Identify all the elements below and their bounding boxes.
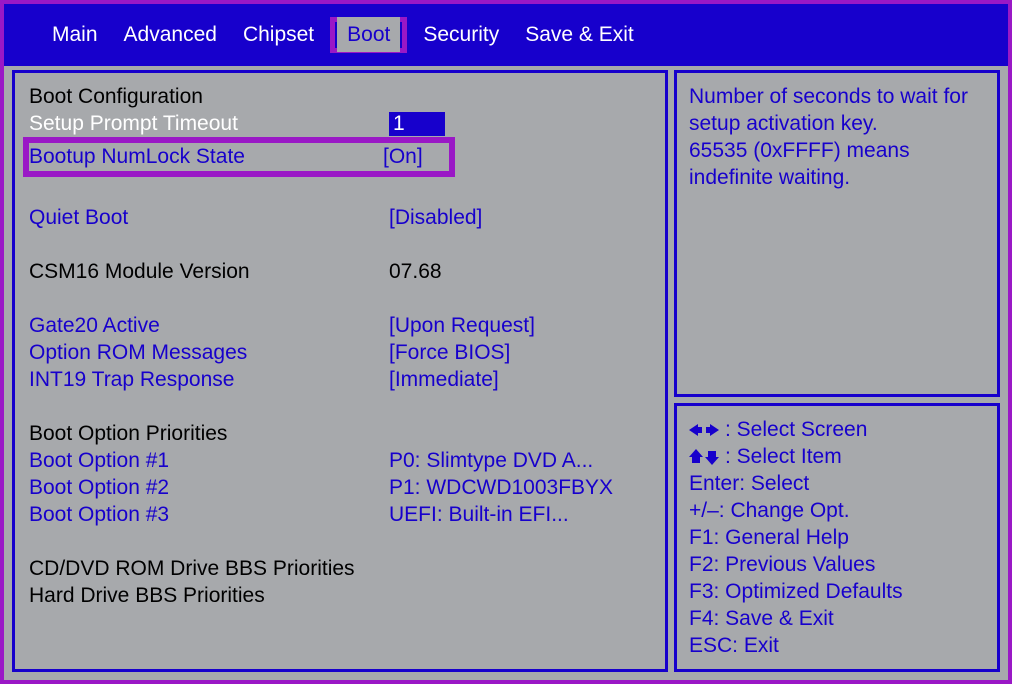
numlock-value[interactable]: [On] <box>383 145 423 169</box>
legend-select-screen-text: : Select Screen <box>725 418 867 442</box>
legend-select-screen: : Select Screen <box>689 416 985 443</box>
gate20-label: Gate20 Active <box>29 314 389 338</box>
help-pane: Number of seconds to wait for setup acti… <box>674 70 1000 397</box>
row-oprom[interactable]: Option ROM Messages [Force BIOS] <box>29 339 647 366</box>
int19-value[interactable]: [Immediate] <box>389 368 499 392</box>
row-bootup-numlock-state[interactable]: Bootup NumLock State [On] <box>23 137 455 177</box>
numlock-label: Bootup NumLock State <box>29 145 383 169</box>
tab-chipset[interactable]: Chipset <box>233 17 324 53</box>
boot-option-2-value[interactable]: P1: WDCWD1003FBYX <box>389 476 613 500</box>
tab-saveexit[interactable]: Save & Exit <box>515 17 644 53</box>
quiet-boot-value[interactable]: [Disabled] <box>389 206 482 230</box>
row-csm-version: CSM16 Module Version 07.68 <box>29 258 647 285</box>
legend-pane: : Select Screen : Select Item Enter: Sel… <box>674 403 1000 672</box>
tab-boot[interactable]: Boot <box>337 17 400 52</box>
oprom-value[interactable]: [Force BIOS] <box>389 341 510 365</box>
legend-enter: Enter: Select <box>689 470 985 497</box>
help-line-2: setup activation key. <box>689 110 985 137</box>
boot-option-1-label: Boot Option #1 <box>29 449 389 473</box>
hd-bbs-label: Hard Drive BBS Priorities <box>29 584 265 608</box>
oprom-label: Option ROM Messages <box>29 341 389 365</box>
work-area: Boot Configuration Setup Prompt Timeout … <box>4 66 1008 680</box>
legend-f4: F4: Save & Exit <box>689 605 985 632</box>
setup-prompt-timeout-label: Setup Prompt Timeout <box>29 112 389 136</box>
setup-prompt-timeout-value[interactable]: 1 <box>389 112 445 136</box>
quiet-boot-label: Quiet Boot <box>29 206 389 230</box>
section-boot-config: Boot Configuration <box>29 83 647 110</box>
csm-value: 07.68 <box>389 260 442 284</box>
tab-security[interactable]: Security <box>413 17 509 53</box>
section-boot-config-label: Boot Configuration <box>29 85 203 109</box>
row-hd-bbs[interactable]: Hard Drive BBS Priorities <box>29 582 647 609</box>
row-boot-option-3[interactable]: Boot Option #3 UEFI: Built-in EFI... <box>29 501 647 528</box>
help-line-4: indefinite waiting. <box>689 164 985 191</box>
legend-f3: F3: Optimized Defaults <box>689 578 985 605</box>
tab-main[interactable]: Main <box>42 17 108 53</box>
cd-bbs-label: CD/DVD ROM Drive BBS Priorities <box>29 557 355 581</box>
help-line-1: Number of seconds to wait for <box>689 83 985 110</box>
int19-label: INT19 Trap Response <box>29 368 389 392</box>
right-column: Number of seconds to wait for setup acti… <box>674 70 1000 672</box>
boot-option-1-value[interactable]: P0: Slimtype DVD A... <box>389 449 593 473</box>
section-boot-priorities-label: Boot Option Priorities <box>29 422 227 446</box>
row-int19[interactable]: INT19 Trap Response [Immediate] <box>29 366 647 393</box>
legend-f2: F2: Previous Values <box>689 551 985 578</box>
boot-option-3-label: Boot Option #3 <box>29 503 389 527</box>
boot-option-2-label: Boot Option #2 <box>29 476 389 500</box>
row-boot-option-1[interactable]: Boot Option #1 P0: Slimtype DVD A... <box>29 447 647 474</box>
arrow-right-left-icon <box>689 423 719 437</box>
help-line-3: 65535 (0xFFFF) means <box>689 137 985 164</box>
legend-f1: F1: General Help <box>689 524 985 551</box>
gate20-value[interactable]: [Upon Request] <box>389 314 535 338</box>
tab-boot-highlight: Boot <box>330 17 407 53</box>
row-gate20[interactable]: Gate20 Active [Upon Request] <box>29 312 647 339</box>
row-quiet-boot[interactable]: Quiet Boot [Disabled] <box>29 204 647 231</box>
legend-change: +/–: Change Opt. <box>689 497 985 524</box>
row-setup-prompt-timeout[interactable]: Setup Prompt Timeout 1 <box>29 110 647 137</box>
settings-pane: Boot Configuration Setup Prompt Timeout … <box>12 70 668 672</box>
menu-bar: Main Advanced Chipset Boot Security Save… <box>4 4 1008 66</box>
legend-select-item-text: : Select Item <box>725 445 842 469</box>
boot-option-3-value[interactable]: UEFI: Built-in EFI... <box>389 503 569 527</box>
tab-advanced[interactable]: Advanced <box>114 17 227 53</box>
section-boot-priorities: Boot Option Priorities <box>29 420 647 447</box>
csm-label: CSM16 Module Version <box>29 260 389 284</box>
row-boot-option-2[interactable]: Boot Option #2 P1: WDCWD1003FBYX <box>29 474 647 501</box>
row-cd-bbs[interactable]: CD/DVD ROM Drive BBS Priorities <box>29 555 647 582</box>
arrow-up-down-icon <box>689 449 719 465</box>
legend-esc: ESC: Exit <box>689 632 985 659</box>
legend-select-item: : Select Item <box>689 443 985 470</box>
